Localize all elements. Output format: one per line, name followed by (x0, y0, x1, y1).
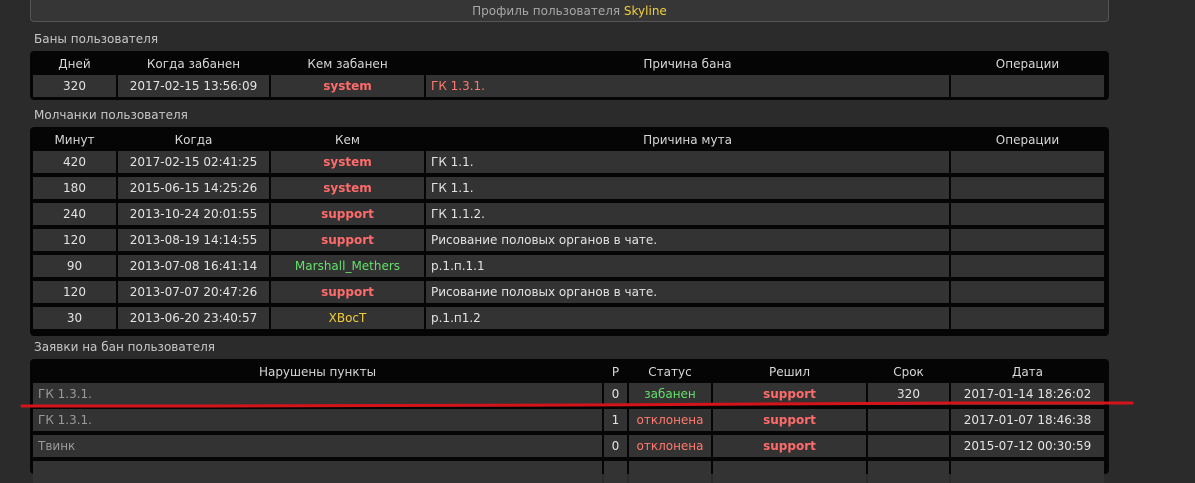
mute-when: 2013-07-07 20:47:26 (118, 281, 269, 303)
request-date: 2017-01-07 18:46:38 (951, 409, 1104, 431)
requests-col-points: Нарушены пункты (258, 365, 377, 379)
mute-reason: Рисование половых органов в чате. (426, 229, 949, 251)
bans-col-days: Дней (58, 57, 91, 71)
request-status: забанен (629, 383, 711, 405)
request-points: ГК 1.3.1. (33, 409, 602, 431)
profile-username[interactable]: Skyline (624, 4, 667, 18)
requests-section-title: Заявки на бан пользователя (34, 340, 215, 354)
mute-by-link[interactable]: support (271, 229, 424, 251)
request-status: отклонена (629, 409, 711, 431)
mute-minutes: 240 (33, 203, 116, 225)
request-term (868, 435, 949, 457)
request-points: ГК 1.3.1. (33, 383, 602, 405)
mute-when: 2013-06-20 23:40:57 (118, 307, 269, 329)
mute-minutes: 420 (33, 151, 116, 173)
request-r: 0 (604, 435, 627, 457)
mute-reason: р.1.п1.2 (426, 307, 949, 329)
mute-when: 2013-10-24 20:01:55 (118, 203, 269, 225)
mute-ops (951, 203, 1104, 225)
request-decided-link[interactable]: support (713, 409, 866, 431)
bans-section-title: Баны пользователя (34, 32, 159, 46)
mutes-col-ops: Операции (995, 133, 1060, 147)
mute-ops (951, 177, 1104, 199)
mute-minutes: 180 (33, 177, 116, 199)
bans-col-reason: Причина бана (643, 57, 732, 71)
mute-reason: ГК 1.1.2. (426, 203, 949, 225)
ban-reason: ГК 1.3.1. (426, 75, 949, 97)
request-r: 0 (604, 383, 627, 405)
mute-by-link[interactable]: system (271, 177, 424, 199)
mutes-col-minutes: Минут (54, 133, 95, 147)
request-decided-link[interactable]: support (713, 383, 866, 405)
mute-reason: р.1.п.1.1 (426, 255, 949, 277)
request-status (629, 461, 711, 483)
request-decided-link[interactable] (713, 461, 866, 483)
mute-reason: ГК 1.1. (426, 151, 949, 173)
mute-ops (951, 229, 1104, 251)
ban-ops (951, 75, 1104, 97)
mute-by-link[interactable]: Marshall_Methers (271, 255, 424, 277)
request-date: 2017-01-14 18:26:02 (951, 383, 1104, 405)
requests-col-status: Статус (648, 365, 692, 379)
mute-minutes: 120 (33, 281, 116, 303)
request-term: 320 (868, 383, 949, 405)
requests-col-decided: Решил (768, 365, 811, 379)
mute-ops (951, 151, 1104, 173)
mute-minutes: 30 (33, 307, 116, 329)
request-points: Твинк (33, 435, 602, 457)
mute-ops (951, 281, 1104, 303)
bans-col-by: Кем забанен (307, 57, 388, 71)
request-r (604, 461, 627, 483)
mutes-col-when: Когда (174, 133, 213, 147)
mute-when: 2017-02-15 02:41:25 (118, 151, 269, 173)
bans-col-when: Когда забанен (146, 57, 241, 71)
ban-by-link[interactable]: system (271, 75, 424, 97)
mute-reason: Рисование половых органов в чате. (426, 281, 949, 303)
mute-by-link[interactable]: support (271, 281, 424, 303)
request-points (33, 461, 602, 483)
bans-table: Дней Когда забанен Кем забанен Причина б… (30, 51, 1109, 100)
bans-col-ops: Операции (995, 57, 1060, 71)
mutes-section-title: Молчанки пользователя (34, 108, 188, 122)
requests-col-term: Срок (893, 365, 924, 379)
mute-by-link[interactable]: system (271, 151, 424, 173)
mutes-table: Минут Когда Кем Причина мута Операции 42… (30, 127, 1109, 336)
request-term (868, 409, 949, 431)
ban-when: 2017-02-15 13:56:09 (118, 75, 269, 97)
request-r: 1 (604, 409, 627, 431)
ban-days: 320 (33, 75, 116, 97)
requests-col-date: Дата (1011, 365, 1044, 379)
request-decided-link[interactable]: support (713, 435, 866, 457)
mute-when: 2013-08-19 14:14:55 (118, 229, 269, 251)
mute-minutes: 90 (33, 255, 116, 277)
mute-ops (951, 255, 1104, 277)
request-term (868, 461, 949, 483)
mute-minutes: 120 (33, 229, 116, 251)
mute-by-link[interactable]: XBocT (271, 307, 424, 329)
mutes-col-reason: Причина мута (643, 133, 732, 147)
request-status: отклонена (629, 435, 711, 457)
request-date (951, 461, 1104, 483)
mutes-col-by: Кем (335, 133, 360, 147)
requests-table: Нарушены пункты Р Статус Решил Срок Дата… (30, 359, 1109, 483)
mute-ops (951, 307, 1104, 329)
mute-by-link[interactable]: support (271, 203, 424, 225)
mute-when: 2013-07-08 16:41:14 (118, 255, 269, 277)
requests-col-r: Р (611, 365, 620, 379)
request-date: 2015-07-12 00:30:59 (951, 435, 1104, 457)
mute-when: 2015-06-15 14:25:26 (118, 177, 269, 199)
profile-title-bar: Профиль пользователя Skyline (30, 0, 1109, 22)
profile-title-prefix: Профиль пользователя (472, 4, 621, 18)
mute-reason: ГК 1.1. (426, 177, 949, 199)
